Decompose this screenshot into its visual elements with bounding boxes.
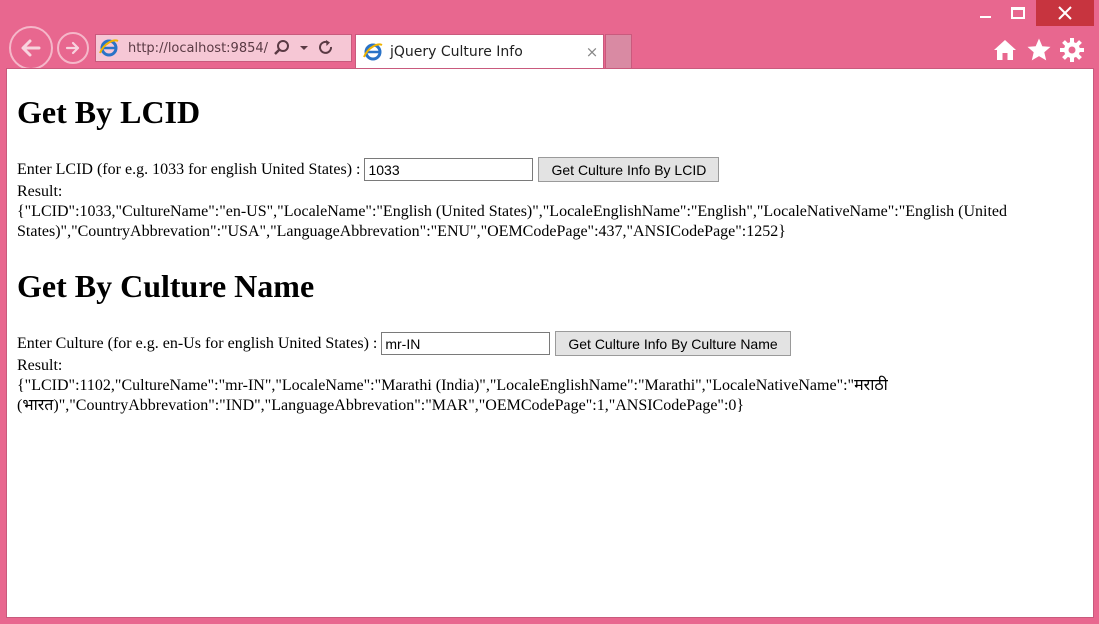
new-tab-button[interactable] bbox=[605, 34, 632, 68]
address-bar[interactable]: http://localhost:9854/ bbox=[95, 34, 352, 62]
tab-title: jQuery Culture Info bbox=[390, 43, 523, 60]
ie-logo-icon bbox=[360, 39, 386, 65]
lcid-result: Result: {"LCID":1033,"CultureName":"en-U… bbox=[17, 182, 1083, 242]
close-window-button[interactable] bbox=[1036, 0, 1094, 26]
heading-get-by-lcid: Get By LCID bbox=[17, 94, 201, 130]
search-icon[interactable] bbox=[271, 36, 293, 60]
page-content: Get By LCID Enter LCID (for e.g. 1033 fo… bbox=[6, 68, 1094, 618]
home-icon[interactable] bbox=[991, 36, 1019, 64]
ie-logo-icon bbox=[96, 35, 122, 61]
back-icon bbox=[21, 39, 41, 57]
minimize-icon bbox=[979, 16, 991, 18]
culture-input[interactable] bbox=[381, 332, 551, 355]
culture-prompt-label: Enter Culture (for e.g. en-Us for englis… bbox=[17, 334, 378, 352]
forward-button[interactable] bbox=[57, 32, 89, 64]
culture-form-row: Enter Culture (for e.g. en-Us for englis… bbox=[17, 331, 791, 356]
back-button[interactable] bbox=[9, 26, 53, 70]
lcid-result-json: {"LCID":1033,"CultureName":"en-US","Loca… bbox=[17, 203, 1008, 240]
refresh-icon[interactable] bbox=[315, 36, 337, 60]
maximize-icon bbox=[1011, 7, 1025, 19]
lcid-prompt-label: Enter LCID (for e.g. 1033 for english Un… bbox=[17, 160, 361, 178]
maximize-button[interactable] bbox=[1002, 0, 1034, 26]
close-icon bbox=[1058, 6, 1072, 20]
get-by-culture-name-button[interactable]: Get Culture Info By Culture Name bbox=[555, 331, 791, 356]
url-text[interactable]: http://localhost:9854/ bbox=[128, 41, 271, 56]
lcid-input[interactable] bbox=[364, 158, 534, 181]
culture-result: Result: {"LCID":1102,"CultureName":"mr-I… bbox=[17, 356, 1083, 416]
forward-icon bbox=[65, 41, 80, 55]
star-icon[interactable] bbox=[1025, 36, 1053, 64]
dropdown-icon[interactable] bbox=[293, 36, 315, 60]
tab-close-icon[interactable]: × bbox=[581, 43, 603, 61]
culture-result-json: {"LCID":1102,"CultureName":"mr-IN","Loca… bbox=[17, 377, 888, 414]
culture-result-label: Result: bbox=[17, 357, 63, 374]
heading-get-by-culture-name: Get By Culture Name bbox=[17, 268, 315, 304]
lcid-form-row: Enter LCID (for e.g. 1033 for english Un… bbox=[17, 157, 720, 182]
lcid-result-label: Result: bbox=[17, 183, 63, 200]
gear-icon[interactable] bbox=[1058, 36, 1086, 64]
minimize-button[interactable] bbox=[969, 0, 1001, 26]
get-by-lcid-button[interactable]: Get Culture Info By LCID bbox=[538, 157, 720, 182]
tab-jquery-culture-info[interactable]: jQuery Culture Info × bbox=[355, 34, 604, 68]
